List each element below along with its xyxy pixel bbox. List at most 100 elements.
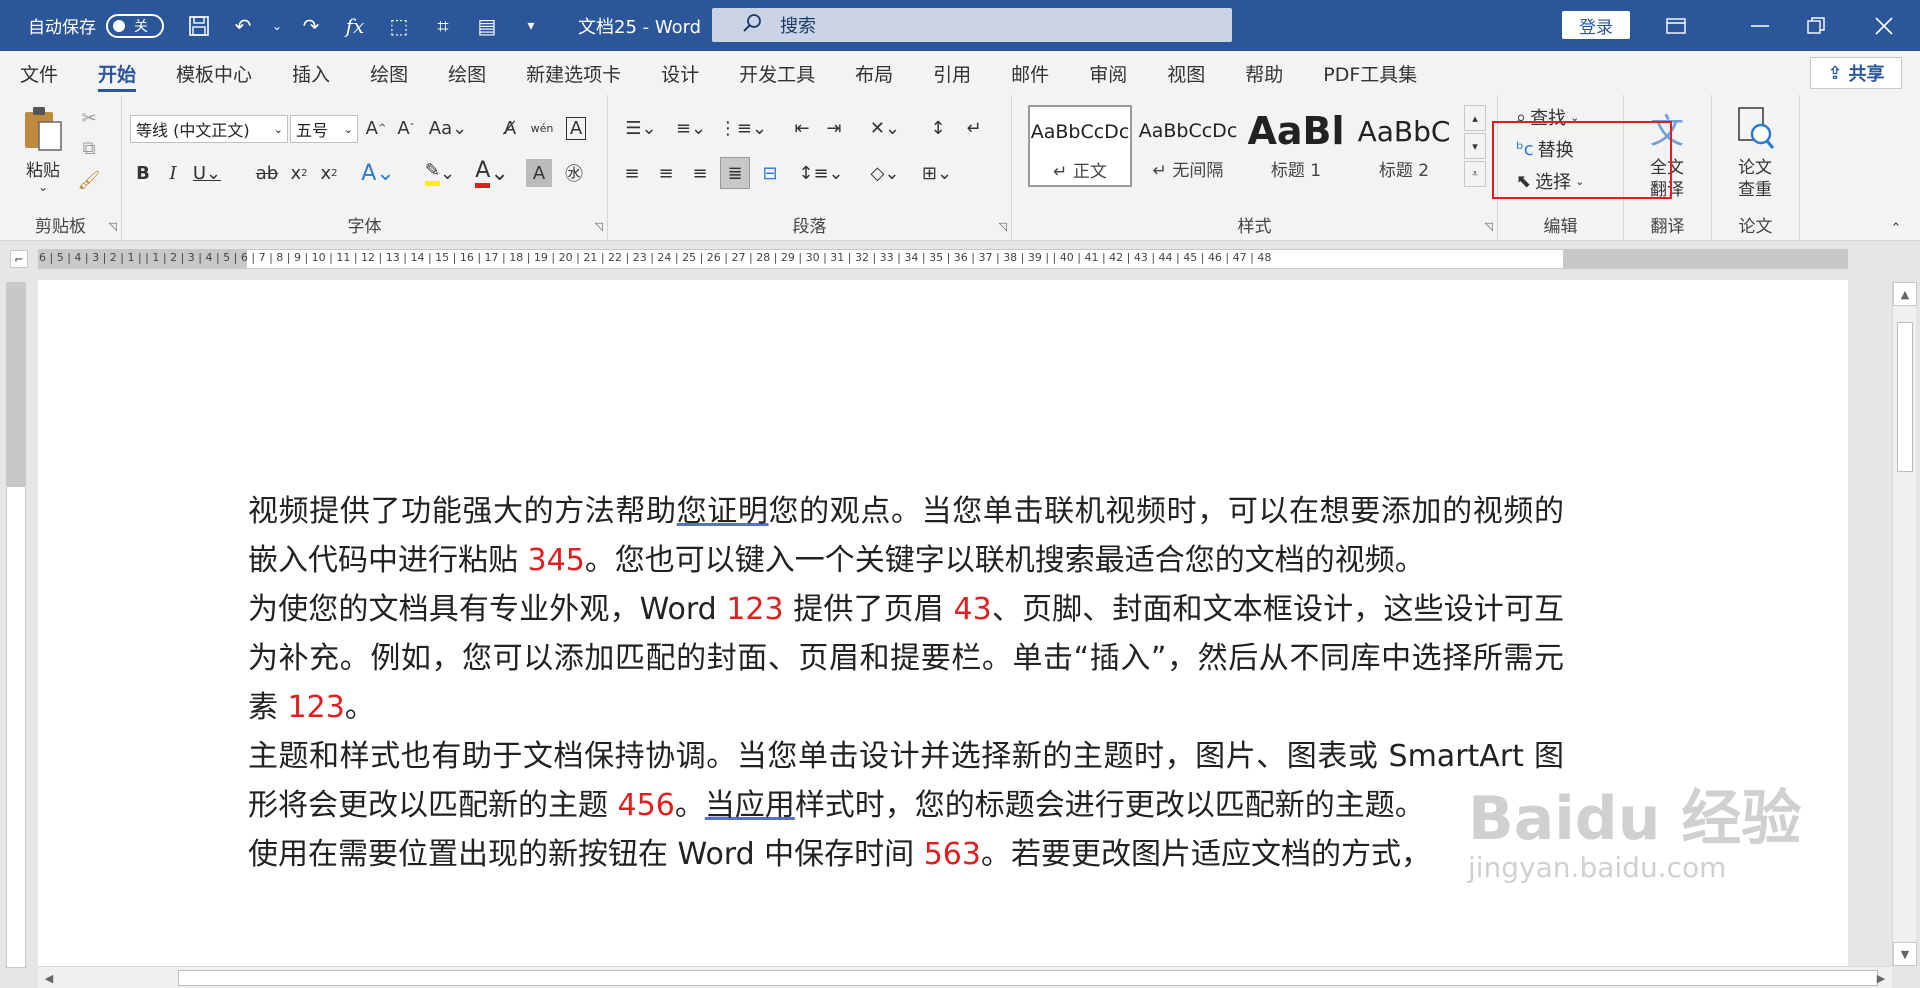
vertical-ruler[interactable]: [6, 282, 26, 968]
paragraph-2[interactable]: 为使您的文档具有专业外观，Word 123 提供了页眉 43、页脚、封面和文本框…: [248, 585, 1564, 732]
styles-scroll-up-icon[interactable]: ▴: [1464, 105, 1486, 131]
tab-0[interactable]: 文件: [0, 51, 78, 95]
horizontal-scrollbar[interactable]: ◀ ▶: [38, 966, 1892, 988]
tab-4[interactable]: 绘图: [350, 51, 428, 95]
tab-2[interactable]: 模板中心: [156, 51, 272, 95]
style-heading-1[interactable]: AaBl 标题 1: [1244, 105, 1348, 187]
tab-14[interactable]: 帮助: [1225, 51, 1303, 95]
close-icon[interactable]: [1854, 0, 1914, 51]
justify-icon[interactable]: ≣: [720, 157, 750, 189]
collapse-ribbon-icon[interactable]: ⌃: [1886, 219, 1906, 237]
tab-1[interactable]: 开始: [78, 51, 156, 95]
scroll-down-icon[interactable]: ▼: [1893, 942, 1917, 966]
select-cursor-icon[interactable]: ⬚: [382, 9, 416, 43]
character-shading-icon[interactable]: A: [526, 159, 552, 187]
superscript-icon[interactable]: x2: [316, 157, 342, 189]
horizontal-ruler[interactable]: 6 | 5 | 4 | 3 | 2 | 1 | | 1 | 2 | 3 | 4 …: [38, 249, 1848, 269]
ribbon-display-icon[interactable]: [1646, 0, 1706, 51]
login-button[interactable]: 登录: [1562, 11, 1630, 39]
share-button[interactable]: ⇪ 共享: [1810, 57, 1902, 89]
thesis-check-line1[interactable]: 论文: [1722, 153, 1788, 178]
scroll-left-icon[interactable]: ◀: [38, 967, 60, 988]
styles-more-icon[interactable]: ⩡: [1464, 161, 1486, 187]
clipboard-launcher-icon[interactable]: ◹: [109, 220, 117, 233]
search-box[interactable]: 搜索: [712, 8, 1232, 42]
document-page[interactable]: 视频提供了功能强大的方法帮助您证明您的观点。当您单击联机视频时，可以在想要添加的…: [38, 280, 1848, 966]
underline-icon[interactable]: U⌄: [188, 157, 226, 189]
undo-icon[interactable]: ↶: [226, 9, 260, 43]
change-case-icon[interactable]: Aa⌄: [426, 113, 470, 143]
bold-icon[interactable]: B: [130, 157, 156, 189]
tab-8[interactable]: 开发工具: [719, 51, 835, 95]
decrease-indent-icon[interactable]: ⇤: [788, 113, 816, 143]
numbering-icon[interactable]: ≡⌄: [668, 113, 714, 143]
distributed-icon[interactable]: ⊟: [756, 157, 784, 189]
character-border-icon[interactable]: A: [562, 113, 590, 143]
borders-icon[interactable]: ⊞⌄: [914, 157, 960, 189]
font-launcher-icon[interactable]: ◹: [595, 220, 603, 233]
font-name-select[interactable]: 等线 (中文正文) ⌄: [130, 115, 288, 143]
tab-7[interactable]: 设计: [641, 51, 719, 95]
undo-dropdown-icon[interactable]: ⌄: [270, 9, 284, 43]
styles-launcher-icon[interactable]: ◹: [1485, 220, 1493, 233]
tab-selector-icon[interactable]: ⌐: [10, 250, 28, 268]
text-effects-icon[interactable]: A⌄: [358, 157, 398, 189]
cut-icon[interactable]: ✂: [76, 105, 102, 131]
paragraph-launcher-icon[interactable]: ◹: [999, 220, 1007, 233]
sort-icon[interactable]: ↕: [924, 113, 952, 143]
tab-9[interactable]: 布局: [835, 51, 913, 95]
tab-6[interactable]: 新建选项卡: [506, 51, 641, 95]
tab-15[interactable]: PDF工具集: [1303, 51, 1437, 95]
save-icon[interactable]: [182, 9, 216, 43]
restore-icon[interactable]: [1786, 0, 1846, 51]
thesis-check-line2[interactable]: 查重: [1722, 175, 1788, 200]
styles-scroll-down-icon[interactable]: ▾: [1464, 133, 1486, 159]
style-heading-2[interactable]: AaBbC 标题 2: [1352, 105, 1456, 187]
tab-5[interactable]: 绘图: [428, 51, 506, 95]
bullets-icon[interactable]: ☰⌄: [618, 113, 664, 143]
enclose-character-icon[interactable]: ㊌: [560, 157, 588, 189]
align-left-icon[interactable]: ≡: [618, 157, 646, 189]
tab-12[interactable]: 审阅: [1069, 51, 1147, 95]
font-size-select[interactable]: 五号 ⌄: [290, 115, 358, 143]
thesis-check-icon[interactable]: [1730, 103, 1780, 153]
scroll-right-icon[interactable]: ▶: [1870, 967, 1892, 988]
format-painter-icon[interactable]: 🖌: [76, 167, 102, 193]
tab-10[interactable]: 引用: [913, 51, 991, 95]
paste-dropdown-icon[interactable]: ⌄: [30, 179, 56, 195]
paragraph-1[interactable]: 视频提供了功能强大的方法帮助您证明您的观点。当您单击联机视频时，可以在想要添加的…: [248, 487, 1564, 585]
vertical-scrollbar[interactable]: ▲ ▼: [1892, 282, 1917, 966]
paragraph-3[interactable]: 主题和样式也有助于文档保持协调。当您单击设计并选择新的主题时，图片、图表或 Sm…: [248, 732, 1564, 830]
org-chart-icon[interactable]: ⌗: [426, 9, 460, 43]
font-color-icon[interactable]: A ⌄: [472, 157, 512, 189]
highlight-color-icon[interactable]: ✎ ⌄: [420, 157, 460, 189]
align-center-icon[interactable]: ≡: [652, 157, 680, 189]
style-no-spacing[interactable]: AaBbCcDc ↵ 无间隔: [1136, 105, 1240, 187]
paste-icon[interactable]: [18, 103, 68, 155]
tab-3[interactable]: 插入: [272, 51, 350, 95]
tab-13[interactable]: 视图: [1147, 51, 1225, 95]
phonetic-guide-icon[interactable]: wén: [528, 113, 556, 143]
italic-icon[interactable]: I: [160, 157, 186, 189]
clear-formatting-icon[interactable]: A̸: [496, 113, 524, 143]
paste-label[interactable]: 粘贴: [18, 157, 68, 181]
style-normal[interactable]: AaBbCcDc ↵ 正文: [1028, 105, 1132, 187]
copy-icon[interactable]: ⧉: [76, 135, 102, 161]
document-icon[interactable]: ▤: [470, 9, 504, 43]
grow-font-icon[interactable]: A ^: [362, 113, 390, 143]
customize-qat-icon[interactable]: ▾: [514, 9, 548, 43]
minimize-icon[interactable]: [1730, 0, 1790, 51]
shading-icon[interactable]: ◇⌄: [862, 157, 908, 189]
paragraph-4[interactable]: 使用在需要位置出现的新按钮在 Word 中保存时间 563。若要更改图片适应文档…: [248, 830, 1564, 879]
multilevel-list-icon[interactable]: ⋮≡⌄: [719, 113, 767, 143]
align-right-icon[interactable]: ≡: [686, 157, 714, 189]
shrink-font-icon[interactable]: Aˇ: [392, 113, 420, 143]
show-marks-icon[interactable]: ↵: [960, 113, 988, 143]
function-icon[interactable]: fx: [338, 9, 372, 43]
increase-indent-icon[interactable]: ⇥: [820, 113, 848, 143]
subscript-icon[interactable]: x2: [286, 157, 312, 189]
redo-icon[interactable]: ↷: [294, 9, 328, 43]
chinese-layout-icon[interactable]: ✕⌄: [862, 113, 908, 143]
autosave-toggle[interactable]: 关: [106, 13, 164, 38]
strikethrough-icon[interactable]: ab: [252, 157, 282, 189]
